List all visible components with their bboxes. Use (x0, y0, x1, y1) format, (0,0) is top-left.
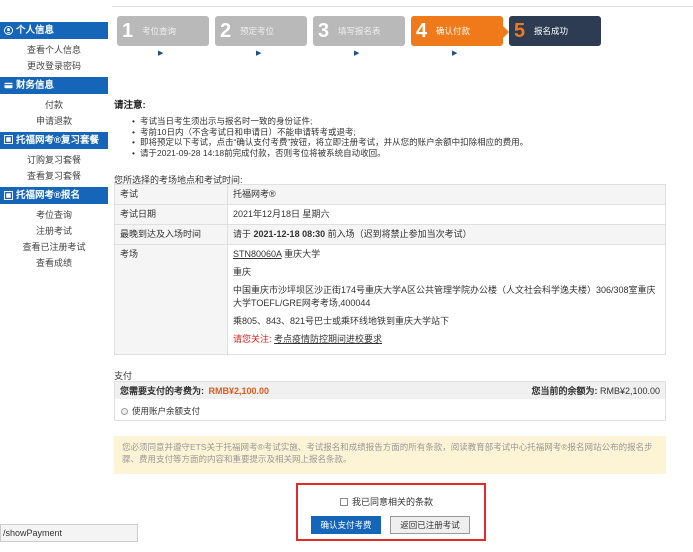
venue-bus: 乘805、843、821号巴士或乘环线地铁到重庆大学站下 (233, 316, 450, 326)
payment-box: 您需要支付的考费为: RMB¥2,100.00 您当前的余额为: RMB¥2,1… (114, 381, 666, 421)
sidebar-item-payment[interactable]: 付款 (0, 98, 108, 112)
top-divider (112, 6, 693, 7)
table-row: 最晚到达及入场时间 请于 2021-12-18 08:30 前入场（迟到将禁止参… (114, 224, 666, 245)
fee-label: 您需要支付的考费为: (120, 386, 204, 396)
confirm-payment-button[interactable]: 确认支付考费 (311, 516, 381, 534)
arrive-prefix: 请于 (233, 229, 252, 239)
notice-item: 即将预定以下考试，点击“确认支付考费”按钮，将立即注册考试，并从您的账户余额中扣… (132, 137, 674, 148)
sidebar-section-finance[interactable]: 财务信息 (0, 77, 108, 94)
sidebar-section-review[interactable]: 托福网考®复习套餐 (0, 132, 108, 149)
balance-label: 您当前的余额为: (531, 386, 598, 396)
exam-test-value: 托福网考® (227, 184, 666, 205)
book-icon (4, 135, 13, 144)
venue-note-link[interactable]: 考点疫情防控期间进校要求 (274, 334, 382, 344)
sidebar-item-refund[interactable]: 申请退款 (0, 114, 108, 128)
step-label: 填写报名表 (338, 26, 381, 36)
payment-method-label: 使用账户余额支付 (132, 406, 201, 416)
sidebar-section-label: 财务信息 (16, 80, 55, 91)
step-registration-success: 5 报名成功 (509, 16, 601, 46)
venue-note-prefix: 请您关注: (233, 334, 272, 344)
step-reserve-seat: 2 预定考位 (215, 16, 307, 46)
sidebar: 个人信息 查看个人信息 更改登录密码 财务信息 付款 申请退款 托福网考®复习套… (0, 22, 108, 274)
notice-item: 请于2021-09-28 14:18前完成付款，否则考位将被系统自动收回。 (132, 148, 674, 159)
step-pointer-icon: ▶ (452, 50, 458, 57)
step-label: 考位查询 (142, 26, 177, 36)
sidebar-item-view-profile[interactable]: 查看个人信息 (0, 43, 108, 57)
arrive-suffix: 前入场（迟到将禁止参加当次考试） (327, 229, 472, 239)
arrive-time: 2021-12-18 08:30 (253, 229, 326, 239)
form-icon (4, 191, 13, 200)
step-number: 5 (514, 19, 526, 42)
exam-arrive-value: 请于 2021-12-18 08:30 前入场（迟到将禁止参加当次考试） (227, 224, 666, 245)
step-number: 4 (416, 19, 428, 42)
step-label: 预定考位 (240, 26, 275, 36)
table-row: 考场 STN80060A 重庆大学 重庆 中国重庆市沙坪坝区沙正街174号重庆大… (114, 244, 666, 355)
card-icon (4, 82, 13, 89)
sidebar-item-register-test[interactable]: 注册考试 (0, 224, 108, 238)
sidebar-item-seat-search[interactable]: 考位查询 (0, 208, 108, 222)
sidebar-item-change-password[interactable]: 更改登录密码 (0, 59, 108, 73)
sidebar-section-personal[interactable]: 个人信息 (0, 22, 108, 39)
step-seat-search: 1 考位查询 (117, 16, 209, 46)
sidebar-section-label: 个人信息 (16, 25, 55, 36)
step-label: 报名成功 (534, 26, 569, 36)
venue-city: 重庆 (233, 267, 252, 277)
step-fill-form: 3 填写报名表 (313, 16, 405, 46)
exam-venue-value: STN80060A 重庆大学 重庆 中国重庆市沙坪坝区沙正街174号重庆大学A区… (227, 244, 666, 355)
sidebar-item-order-review[interactable]: 订购复习套餐 (0, 153, 108, 167)
consent-label: 我已同意相关的条款 (352, 497, 434, 507)
back-to-registered-button[interactable]: 返回已注册考试 (390, 516, 470, 534)
consent-checkbox-row[interactable]: 我已同意相关的条款 (340, 495, 433, 508)
fee-value: RMB¥2,100.00 (208, 386, 270, 396)
sidebar-item-registered-tests[interactable]: 查看已注册考试 (0, 240, 108, 254)
agreement-text-box: 您必须同意并遵守ETS关于托福网考®考试实施、考试报名和成绩报告方面的所有条款，… (114, 436, 666, 474)
step-label: 确认付款 (436, 26, 471, 36)
venue-code-link[interactable]: STN80060A (233, 249, 282, 259)
payment-method-option[interactable]: 使用账户余额支付 (115, 399, 665, 423)
step-pointer-icon: ▶ (354, 50, 360, 57)
sidebar-item-view-review[interactable]: 查看复习套餐 (0, 169, 108, 183)
payment-summary-row: 您需要支付的考费为: RMB¥2,100.00 您当前的余额为: RMB¥2,1… (115, 382, 665, 399)
consent-checkbox[interactable] (340, 497, 348, 506)
notice-item: 考试当日考生须出示与报名时一致的身份证件; (132, 116, 674, 127)
notice-section: 请注意: 考试当日考生须出示与报名时一致的身份证件; 考前10日内（不含考试日和… (114, 97, 674, 158)
step-pointer-icon: ▶ (158, 50, 164, 57)
notice-item: 考前10日内（不含考试日和申请日）不能申请转考或退考; (132, 127, 674, 138)
sidebar-section-label: 托福网考®报名 (16, 190, 80, 201)
notice-title: 请注意: (114, 100, 146, 111)
exam-arrive-label: 最晚到达及入场时间 (114, 224, 228, 245)
venue-name: 重庆大学 (284, 249, 321, 259)
step-confirm-payment: 4 确认付款 (411, 16, 509, 46)
step-number: 2 (220, 19, 232, 42)
sidebar-section-register[interactable]: 托福网考®报名 (0, 187, 108, 204)
table-row: 考试日期 2021年12月18日 星期六 (114, 204, 666, 225)
table-row: 考试 托福网考® (114, 184, 666, 205)
status-bar-url: /showPayment (0, 524, 138, 542)
sidebar-section-label: 托福网考®复习套餐 (16, 135, 99, 146)
step-pointer-icon: ▶ (256, 50, 262, 57)
venue-address: 中国重庆市沙坪坝区沙正街174号重庆大学A区公共管理学院办公楼（人文社会科学逸夫… (233, 285, 656, 308)
sidebar-item-scores[interactable]: 查看成绩 (0, 256, 108, 270)
exam-date-value: 2021年12月18日 星期六 (227, 204, 666, 225)
step-number: 3 (318, 19, 330, 42)
exam-test-label: 考试 (114, 184, 228, 205)
step-number: 1 (122, 19, 134, 42)
exam-date-label: 考试日期 (114, 204, 228, 225)
balance-value: RMB¥2,100.00 (599, 386, 660, 396)
exam-info-table: 考试 托福网考® 考试日期 2021年12月18日 星期六 最晚到达及入场时间 … (114, 184, 666, 355)
exam-venue-label: 考场 (114, 244, 228, 355)
user-icon (4, 26, 13, 35)
step-progress: 1 考位查询 2 预定考位 3 填写报名表 4 确认付款 5 报名成功 (117, 16, 601, 46)
payment-method-radio[interactable] (121, 407, 128, 415)
